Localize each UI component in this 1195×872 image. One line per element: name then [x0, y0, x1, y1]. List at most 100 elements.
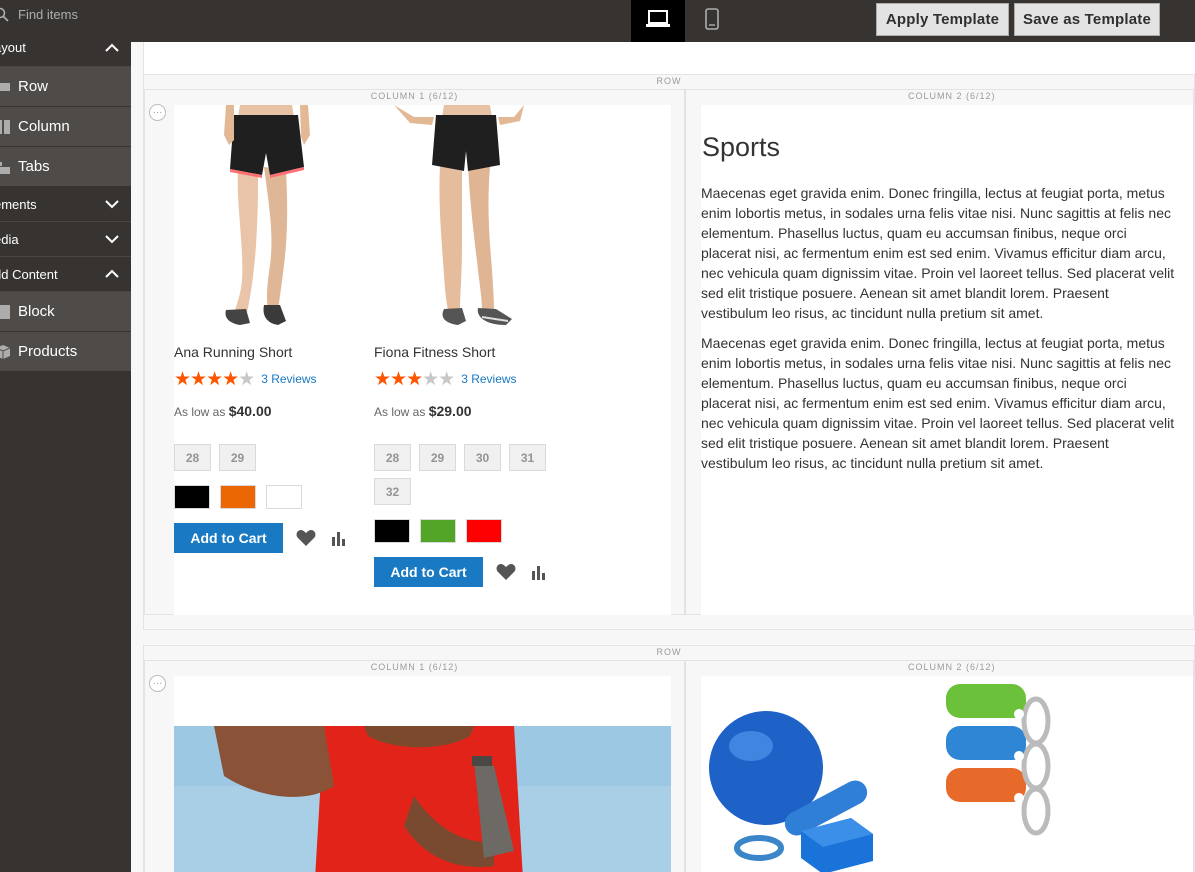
sidebar-item-label: Column [18, 118, 70, 135]
sidebar-item-column[interactable]: Column [0, 107, 131, 147]
mobile-view-button[interactable] [685, 0, 739, 42]
row-2[interactable]: ROW COLUMN 1 (6/12) ··· COLUMN 2 (6/12) [143, 645, 1195, 872]
compare-icon[interactable] [529, 563, 549, 581]
chevron-up-icon [105, 269, 119, 279]
color-swatch-white[interactable] [266, 485, 302, 509]
save-as-template-button[interactable]: Save as Template [1014, 3, 1160, 36]
size-option[interactable]: 29 [219, 444, 256, 471]
text-paragraph: Maecenas eget gravida enim. Donec fringi… [701, 333, 1193, 473]
product-rating: ★★★★★ 3 Reviews [374, 369, 559, 389]
text-line: vestibulum leo risus, ac tincidunt nulla… [701, 305, 1044, 321]
size-option[interactable]: 30 [464, 444, 501, 471]
image-block[interactable] [174, 676, 671, 872]
product-card: Fiona Fitness Short ★★★★★ 3 Reviews As l… [374, 105, 559, 587]
media-group-label: edia [0, 231, 19, 247]
text-line: vestibulum leo risus, ac tincidunt nulla… [701, 455, 1044, 471]
product-price: As low as $40.00 [174, 403, 359, 419]
product-actions: Add to Cart [174, 523, 359, 553]
row-label: ROW [656, 647, 682, 657]
laptop-icon [645, 9, 671, 34]
price-value: $29.00 [428, 403, 472, 419]
layout-group-label: ayout [0, 40, 26, 55]
column-label: COLUMN 2 (6/12) [908, 91, 996, 101]
rating-stars-icon: ★★★★★ [374, 368, 455, 390]
block-heading: Sports [702, 132, 781, 162]
reviews-link[interactable]: 3 Reviews [461, 372, 516, 386]
products-image-block[interactable] [701, 676, 1193, 872]
chevron-up-icon [105, 43, 119, 53]
layout-group-header[interactable]: ayout [0, 29, 131, 67]
drag-handle[interactable]: ··· [149, 104, 166, 121]
color-swatch-red[interactable] [466, 519, 502, 543]
top-toolbar: Find items Apply Template Save as Templa… [0, 0, 1195, 42]
color-swatch-black[interactable] [374, 519, 410, 543]
row-label: ROW [656, 76, 682, 86]
drag-handle[interactable]: ··· [149, 675, 166, 692]
column-label: COLUMN 1 (6/12) [370, 662, 459, 672]
media-group-header[interactable]: edia [0, 222, 131, 257]
size-options: 28 29 [174, 444, 359, 471]
product-card: Ana Running Short ★★★★★ 3 Reviews As low… [174, 105, 359, 553]
size-option[interactable]: 28 [374, 444, 411, 471]
text-paragraph: Maecenas eget gravida enim. Donec fringi… [701, 183, 1193, 323]
size-option[interactable]: 28 [174, 444, 211, 471]
apply-template-button[interactable]: Apply Template [876, 3, 1009, 36]
desktop-view-button[interactable] [631, 0, 685, 42]
product-image-fiona-fitness-short[interactable] [374, 105, 559, 330]
size-options: 28 29 30 31 32 [374, 444, 559, 505]
product-name[interactable]: Ana Running Short [174, 344, 359, 360]
price-value: $40.00 [228, 403, 272, 419]
text-line: Maecenas eget gravida enim. Donec fringi… [701, 185, 1165, 201]
text-line: nec vehicula quam dignissim vitae. Proin… [701, 415, 1175, 431]
compare-icon[interactable] [329, 529, 349, 547]
row-1[interactable]: ROW COLUMN 1 (6/12) ··· Ana Running Shor… [143, 74, 1195, 630]
product-rating: ★★★★★ 3 Reviews [174, 369, 359, 389]
sidebar-item-products[interactable]: Products [0, 332, 131, 372]
page-builder-stage: ROW COLUMN 1 (6/12) ··· Ana Running Shor… [131, 42, 1195, 872]
tabs-icon [0, 160, 10, 174]
text-block[interactable]: Sports Maecenas eget gravida enim. Donec… [701, 105, 1193, 615]
sidebar-item-block[interactable]: Block [0, 292, 131, 332]
search-placeholder: Find items [18, 7, 78, 22]
column-icon [0, 119, 10, 134]
content-types-sidebar: ayout Row Column Tabs ements edia dd Con… [0, 29, 131, 872]
sidebar-item-tabs[interactable]: Tabs [0, 147, 131, 187]
elements-group-header[interactable]: ements [0, 187, 131, 222]
text-line: sed elit tristique posuere. Aenean sit a… [701, 285, 1109, 301]
text-line: Maecenas eget gravida enim. Donec fringi… [701, 335, 1165, 351]
size-option[interactable]: 31 [509, 444, 546, 471]
reviews-link[interactable]: 3 Reviews [261, 372, 316, 386]
color-swatch-orange[interactable] [220, 485, 256, 509]
row-icon [0, 80, 10, 94]
product-actions: Add to Cart [374, 557, 559, 587]
sidebar-item-label: Products [18, 343, 78, 360]
add-to-cart-button[interactable]: Add to Cart [374, 557, 483, 587]
color-swatch-black[interactable] [174, 485, 210, 509]
heart-icon[interactable] [496, 563, 516, 581]
row1-column-2[interactable]: COLUMN 2 (6/12) Sports Maecenas eget gra… [685, 89, 1194, 615]
text-line: enim lobortis metus, in sodales urna fel… [701, 355, 1171, 371]
rating-stars-icon: ★★★★★ [174, 368, 255, 390]
search-input[interactable]: Find items [0, 0, 131, 29]
price-prefix: As low as [374, 405, 426, 419]
row2-column-1[interactable]: COLUMN 1 (6/12) ··· [144, 660, 685, 872]
text-line: placerat nisi, ac fermentum enim est sed… [701, 395, 1166, 411]
product-image-ana-running-short[interactable] [174, 105, 359, 330]
color-options [174, 485, 359, 509]
color-options [374, 519, 559, 543]
add-content-group-header[interactable]: dd Content [0, 257, 131, 292]
text-line: sed elit tristique posuere. Aenean sit a… [701, 435, 1109, 451]
products-block[interactable]: Ana Running Short ★★★★★ 3 Reviews As low… [174, 105, 671, 615]
fitness-gear-image [709, 684, 1051, 872]
size-option[interactable]: 29 [419, 444, 456, 471]
size-option[interactable]: 32 [374, 478, 411, 505]
add-to-cart-button[interactable]: Add to Cart [174, 523, 283, 553]
sidebar-item-label: Row [18, 78, 49, 95]
color-swatch-green[interactable] [420, 519, 456, 543]
row2-column-2[interactable]: COLUMN 2 (6/12) [685, 660, 1194, 872]
heart-icon[interactable] [296, 529, 316, 547]
sidebar-item-row[interactable]: Row [0, 67, 131, 107]
product-name[interactable]: Fiona Fitness Short [374, 344, 559, 360]
row1-column-1[interactable]: COLUMN 1 (6/12) ··· Ana Running Short ★★… [144, 89, 685, 615]
price-prefix: As low as [174, 405, 226, 419]
